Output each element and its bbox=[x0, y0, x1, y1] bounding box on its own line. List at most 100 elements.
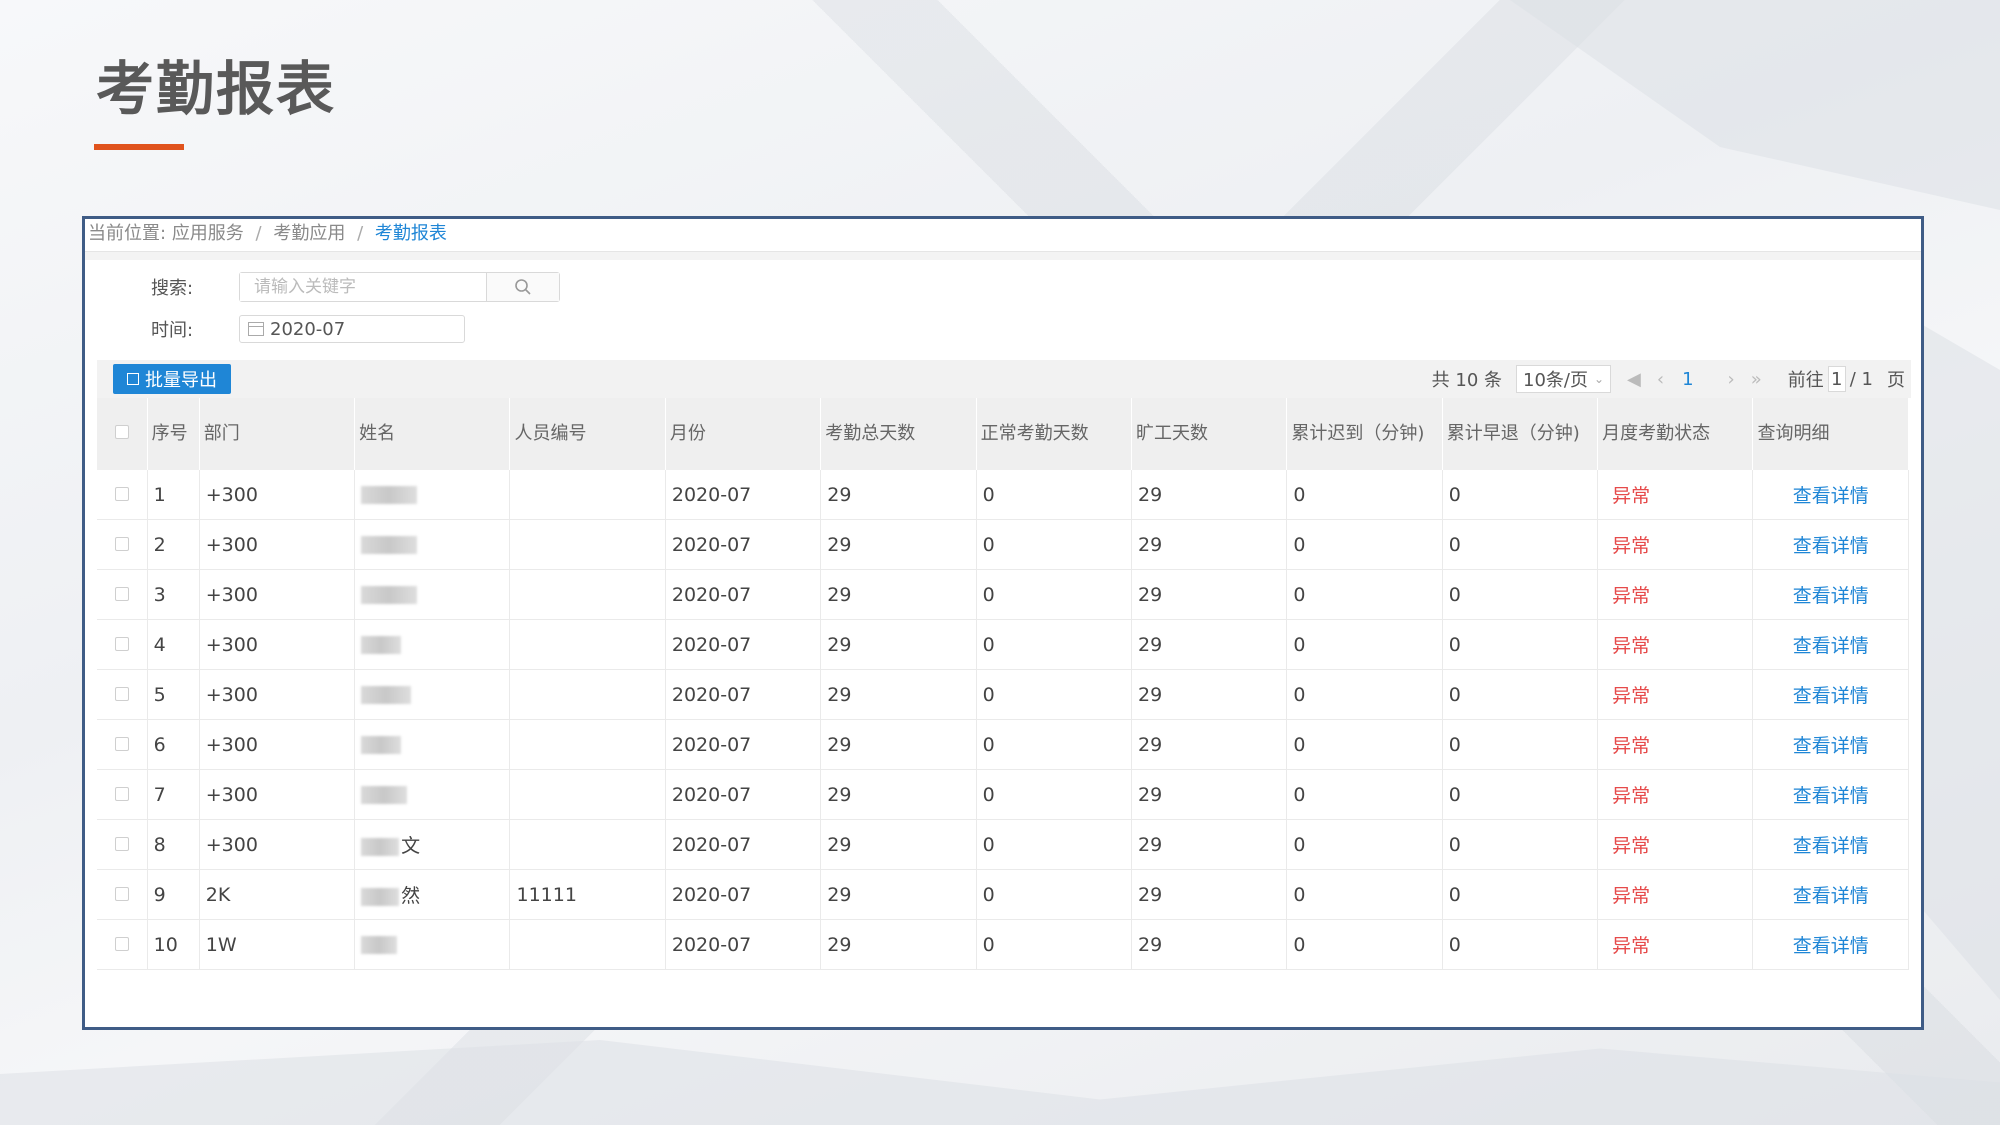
breadcrumb: 当前位置: 应用服务 / 考勤应用 / 考勤报表 bbox=[85, 219, 1921, 252]
search-button[interactable] bbox=[486, 273, 559, 301]
cell-normal-days: 0 bbox=[976, 719, 1132, 770]
view-detail-link[interactable]: 查看详情 bbox=[1793, 935, 1869, 957]
cell-status: 异常 bbox=[1597, 819, 1754, 870]
title-underline bbox=[94, 144, 184, 150]
pagination-current-page[interactable]: 1 bbox=[1682, 369, 1693, 390]
cell-name bbox=[354, 619, 511, 670]
breadcrumb-item-app-services[interactable]: 应用服务 bbox=[172, 223, 244, 244]
cell-status: 异常 bbox=[1597, 769, 1754, 820]
goto-page-input[interactable]: 1 bbox=[1827, 366, 1846, 392]
row-select-cell bbox=[97, 470, 148, 520]
cell-employee-id bbox=[509, 769, 666, 820]
cell-late-minutes: 0 bbox=[1286, 569, 1443, 620]
cell-status: 异常 bbox=[1597, 470, 1754, 520]
cell-detail: 查看详情 bbox=[1752, 519, 1909, 570]
chevron-down-icon: ⌄ bbox=[1593, 372, 1605, 386]
col-header-employee-id: 人员编号 bbox=[509, 398, 666, 470]
month-picker[interactable]: 2020-07 bbox=[239, 315, 465, 343]
view-detail-link[interactable]: 查看详情 bbox=[1793, 485, 1869, 507]
cell-total-days: 29 bbox=[820, 719, 977, 770]
attendance-table: 序号 部门 姓名 人员编号 月份 考勤总天数 正常考勤天数 旷工天数 累计迟到（… bbox=[97, 398, 1909, 970]
table-toolbar: 批量导出 共 10 条 10条/页 ⌄ ◀ ‹ 1 › » 前往 1 / 1 页 bbox=[97, 360, 1911, 398]
cell-month: 2020-07 bbox=[665, 719, 822, 770]
cell-absent-days: 29 bbox=[1131, 819, 1288, 870]
status-badge: 异常 bbox=[1612, 485, 1651, 507]
view-detail-link[interactable]: 查看详情 bbox=[1793, 585, 1869, 607]
cell-month: 2020-07 bbox=[665, 669, 822, 720]
table-row: 3 +300 2020-07 29 0 29 0 0 异常 查看详情 bbox=[97, 569, 1909, 620]
pagination: 共 10 条 10条/页 ⌄ ◀ ‹ 1 › » 前往 1 / 1 页 bbox=[1418, 365, 1911, 393]
cell-no: 2 bbox=[147, 519, 200, 570]
row-checkbox[interactable] bbox=[114, 686, 129, 701]
row-select-cell bbox=[97, 769, 148, 820]
first-page-icon[interactable]: ◀ bbox=[1627, 369, 1641, 390]
row-select-cell bbox=[97, 919, 148, 970]
row-checkbox[interactable] bbox=[114, 486, 129, 501]
cell-month: 2020-07 bbox=[665, 519, 822, 570]
view-detail-link[interactable]: 查看详情 bbox=[1793, 535, 1869, 557]
name-redaction bbox=[361, 686, 412, 704]
status-badge: 异常 bbox=[1612, 785, 1651, 807]
select-all-checkbox[interactable] bbox=[114, 425, 129, 439]
last-page-icon[interactable]: » bbox=[1751, 369, 1762, 390]
cell-month: 2020-07 bbox=[665, 819, 822, 870]
cell-late-minutes: 0 bbox=[1286, 919, 1443, 970]
view-detail-link[interactable]: 查看详情 bbox=[1793, 735, 1869, 757]
cell-early-leave-minutes: 0 bbox=[1442, 569, 1599, 620]
cell-early-leave-minutes: 0 bbox=[1442, 519, 1599, 570]
cell-normal-days: 0 bbox=[976, 519, 1132, 570]
row-checkbox[interactable] bbox=[114, 536, 129, 551]
batch-export-button[interactable]: 批量导出 bbox=[113, 364, 231, 394]
col-header-department: 部门 bbox=[199, 398, 356, 470]
table-row: 2 +300 2020-07 29 0 29 0 0 异常 查看详情 bbox=[97, 519, 1909, 570]
cell-total-days: 29 bbox=[820, 769, 977, 820]
cell-late-minutes: 0 bbox=[1286, 769, 1443, 820]
cell-employee-id bbox=[509, 719, 666, 770]
view-detail-link[interactable]: 查看详情 bbox=[1793, 885, 1869, 907]
cell-department: +300 bbox=[199, 569, 356, 620]
row-checkbox[interactable] bbox=[114, 636, 129, 651]
row-select-cell bbox=[97, 569, 148, 620]
view-detail-link[interactable]: 查看详情 bbox=[1793, 835, 1869, 857]
cell-late-minutes: 0 bbox=[1286, 619, 1443, 670]
page-size-select[interactable]: 10条/页 ⌄ bbox=[1516, 365, 1612, 393]
view-detail-link[interactable]: 查看详情 bbox=[1793, 785, 1869, 807]
col-header-late-minutes: 累计迟到（分钟) bbox=[1286, 398, 1443, 470]
row-checkbox[interactable] bbox=[114, 836, 129, 851]
cell-early-leave-minutes: 0 bbox=[1442, 719, 1599, 770]
cell-name bbox=[354, 569, 511, 620]
row-checkbox[interactable] bbox=[114, 936, 129, 951]
row-checkbox[interactable] bbox=[114, 736, 129, 751]
row-checkbox[interactable] bbox=[114, 886, 129, 901]
cell-month: 2020-07 bbox=[665, 869, 822, 920]
row-checkbox[interactable] bbox=[114, 586, 129, 601]
cell-no: 4 bbox=[147, 619, 200, 670]
prev-page-icon[interactable]: ‹ bbox=[1657, 369, 1664, 390]
cell-no: 7 bbox=[147, 769, 200, 820]
next-page-icon[interactable]: › bbox=[1728, 369, 1735, 390]
cell-department: +300 bbox=[199, 819, 356, 870]
cell-name bbox=[354, 669, 511, 720]
col-header-name: 姓名 bbox=[354, 398, 511, 470]
pagination-total-pages: / 1 bbox=[1849, 368, 1873, 390]
cell-status: 异常 bbox=[1597, 869, 1754, 920]
cell-status: 异常 bbox=[1597, 519, 1754, 570]
table-row: 6 +300 2020-07 29 0 29 0 0 异常 查看详情 bbox=[97, 719, 1909, 770]
cell-employee-id bbox=[509, 470, 666, 520]
divider bbox=[85, 252, 1921, 260]
cell-total-days: 29 bbox=[820, 869, 977, 920]
row-select-cell bbox=[97, 519, 148, 570]
breadcrumb-item-attendance-app[interactable]: 考勤应用 bbox=[273, 223, 345, 244]
status-badge: 异常 bbox=[1612, 635, 1651, 657]
row-checkbox[interactable] bbox=[114, 786, 129, 801]
cell-employee-id bbox=[509, 619, 666, 670]
table-row: 4 +300 2020-07 29 0 29 0 0 异常 查看详情 bbox=[97, 619, 1909, 670]
view-detail-link[interactable]: 查看详情 bbox=[1793, 635, 1869, 657]
table-row: 8 +300 文 2020-07 29 0 29 0 0 异常 查看详情 bbox=[97, 819, 1909, 870]
cell-no: 5 bbox=[147, 669, 200, 720]
view-detail-link[interactable]: 查看详情 bbox=[1793, 685, 1869, 707]
cell-detail: 查看详情 bbox=[1752, 919, 1909, 970]
table-row: 9 2K 然 11111 2020-07 29 0 29 0 0 异常 查看详情 bbox=[97, 869, 1909, 920]
search-input[interactable] bbox=[240, 273, 486, 301]
col-header-absent-days: 旷工天数 bbox=[1131, 398, 1288, 470]
